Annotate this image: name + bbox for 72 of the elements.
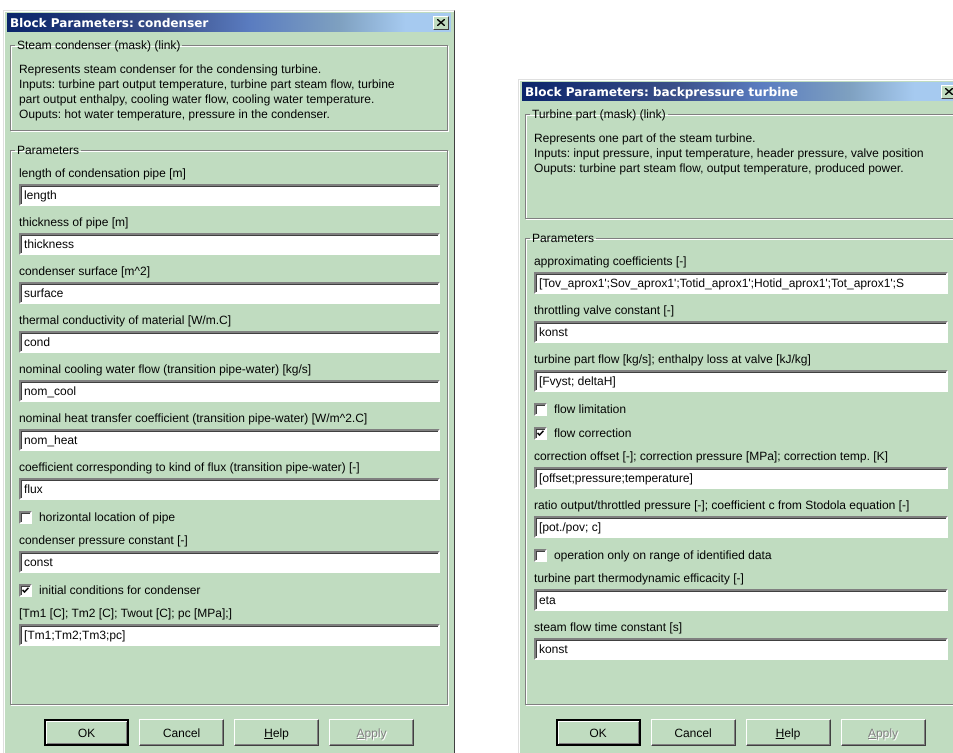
description-text: Represents one part of the steam turbine. [534, 131, 756, 146]
checkbox-option[interactable]: flow correction [534, 426, 948, 440]
input-field[interactable]: konst [534, 321, 948, 343]
field-label: condenser surface [m^2] [19, 264, 152, 278]
dialog-button[interactable]: Cancel [139, 719, 224, 746]
window-title: Block Parameters: condenser [10, 16, 208, 30]
close-button[interactable] [941, 84, 953, 98]
description-text: Ouputs: hot water temperature, pressure in the condenser. [19, 107, 331, 122]
group-title: Parameters [531, 231, 596, 245]
input-field[interactable]: [offset;pressure;temperature] [534, 467, 948, 489]
checkbox-option[interactable]: initial conditions for condenser [19, 583, 440, 597]
checkbox-label: initial conditions for condenser [39, 583, 200, 597]
field-label: thermal conductivity of material [W/m.C] [19, 313, 232, 327]
checkbox[interactable] [534, 548, 547, 562]
description-text: Ouputs: turbine part steam flow, output temperature, produced power. [534, 161, 905, 176]
dialog-button[interactable]: Help [746, 719, 830, 746]
group-title: Steam condenser (mask) (link) [16, 38, 182, 52]
field-label: nominal cooling water flow (transition pipe-water) [kg/s] [19, 362, 312, 376]
field-label: condenser pressure constant [-] [19, 533, 189, 547]
checkbox-label: horizontal location of pipe [39, 510, 176, 524]
field-label: approximating coefficients [-] [534, 254, 688, 268]
dialog-button[interactable]: OK [556, 719, 640, 746]
dialog-button[interactable]: Help [234, 719, 319, 746]
field-label: ratio output/throttled pressure [-]; coefficient c from Stodola equation [-] [534, 498, 910, 512]
input-field[interactable]: thickness [19, 233, 440, 255]
field-label: thickness of pipe [m] [19, 215, 130, 229]
checkbox[interactable] [19, 510, 32, 524]
input-field[interactable]: nom_heat [19, 429, 440, 451]
field-label: turbine part thermodynamic efficacity [-] [534, 571, 745, 585]
field-label: steam flow time constant [s] [534, 620, 684, 634]
dialog-button[interactable]: Cancel [650, 719, 736, 746]
checkbox-option[interactable]: horizontal location of pipe [19, 510, 440, 524]
close-button[interactable] [433, 16, 449, 30]
input-field[interactable]: konst [534, 638, 948, 660]
field-label: length of condensation pipe [m] [19, 166, 187, 180]
close-icon [945, 88, 953, 95]
input-field[interactable]: flux [19, 478, 440, 500]
checkbox-option[interactable]: flow limitation [534, 402, 948, 416]
field-label: correction offset [-]; correction pressure [MPa]; correction temp. [K] [534, 449, 889, 463]
input-field[interactable]: [Fvyst; deltaH] [534, 370, 948, 392]
checkbox[interactable] [19, 584, 32, 596]
description-text: Inputs: input pressure, input temperature, header pressure, valve position [534, 146, 925, 161]
checkbox-label: flow correction [554, 426, 632, 440]
checkbox-option[interactable]: operation only on range of identified data [534, 548, 948, 562]
input-field[interactable]: length [19, 184, 440, 206]
check-icon [22, 586, 29, 594]
field-label: throttling valve constant [-] [534, 303, 676, 317]
input-field[interactable]: [pot./pov; c] [534, 516, 948, 538]
group-title: Parameters [16, 143, 80, 157]
description-text: Inputs: turbine part output temperature, turbine part steam flow, turbine [19, 77, 396, 92]
dialog-button[interactable]: OK [44, 719, 129, 746]
input-field[interactable]: [Tm1;Tm2;Tm3;pc] [19, 624, 440, 646]
group-title: Turbine part (mask) (link) [531, 107, 667, 121]
input-field[interactable]: [Tov_aprox1';Sov_aprox1';Totid_aprox1';Hotid_aprox1';Tot_aprox1';S [534, 272, 948, 294]
field-label: turbine part flow [kg/s]; enthalpy loss at valve [kJ/kg] [534, 352, 812, 366]
description-text: Represents steam condenser for the condensing turbine. [19, 62, 322, 77]
checkbox-label: operation only on range of identified data [554, 548, 772, 562]
input-field[interactable]: nom_cool [19, 380, 440, 402]
input-field[interactable]: surface [19, 282, 440, 304]
close-icon [437, 19, 445, 26]
checkbox[interactable] [534, 426, 547, 440]
checkbox-label: flow limitation [554, 402, 626, 416]
field-label: [Tm1 [C]; Tm2 [C]; Twout [C]; pc [MPa];] [19, 606, 233, 620]
input-field[interactable]: const [19, 551, 440, 573]
window-title: Block Parameters: backpressure turbine [525, 84, 798, 98]
checkbox[interactable] [534, 402, 547, 416]
input-field[interactable]: eta [534, 589, 948, 611]
check-icon [537, 430, 544, 436]
field-label: nominal heat transfer coefficient (transition pipe-water) [W/m^2.C] [19, 411, 368, 425]
input-field[interactable]: cond [19, 331, 440, 353]
field-label: coefficient corresponding to kind of flux (transition pipe-water) [-] [19, 460, 361, 474]
description-text: part output enthalpy, cooling water flow, cooling water temperature. [19, 92, 376, 107]
